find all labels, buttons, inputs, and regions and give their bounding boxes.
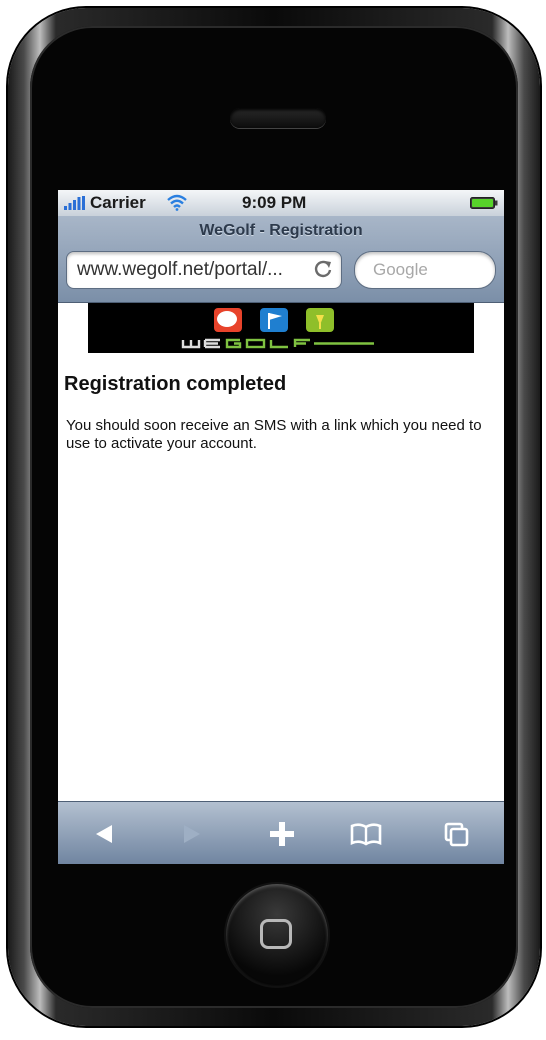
wegolf-logo-banner: wegolf [88, 303, 474, 353]
signal-strength-icon [64, 196, 85, 210]
page-title: WeGolf - Registration [199, 222, 363, 239]
forward-icon[interactable] [172, 816, 212, 852]
device-screen: Carrier 9:09 PM WeGolf - Registration ww… [58, 190, 504, 864]
status-bar: Carrier 9:09 PM [58, 190, 504, 216]
web-content: wegolf Registration completed You should… [58, 303, 504, 801]
battery-icon [470, 197, 498, 209]
browser-toolbar [58, 801, 504, 864]
confirmation-message: You should soon receive an SMS with a li… [66, 417, 482, 452]
bookmarks-icon[interactable] [346, 816, 386, 852]
page-heading: Registration completed [64, 373, 287, 395]
browser-navigation-bar: WeGolf - Registration www.wegolf.net/por… [58, 216, 504, 303]
address-bar[interactable]: www.wegolf.net/portal/... [66, 251, 342, 289]
logo-blue-tile [260, 308, 288, 332]
status-time: 9:09 PM [242, 193, 307, 212]
earpiece-speaker [230, 108, 326, 128]
add-icon[interactable] [262, 816, 302, 852]
wifi-icon [167, 194, 187, 211]
reload-icon[interactable] [313, 259, 333, 279]
home-square-icon [260, 919, 292, 949]
back-icon[interactable] [84, 816, 124, 852]
wegolf-logo [181, 308, 374, 349]
home-button[interactable] [226, 884, 328, 986]
address-bar-url: www.wegolf.net/portal/... [77, 259, 283, 280]
carrier-name: Carrier [90, 193, 146, 212]
search-placeholder: Google [373, 260, 428, 279]
search-field[interactable]: Google [354, 251, 496, 289]
pages-icon[interactable] [436, 816, 476, 852]
